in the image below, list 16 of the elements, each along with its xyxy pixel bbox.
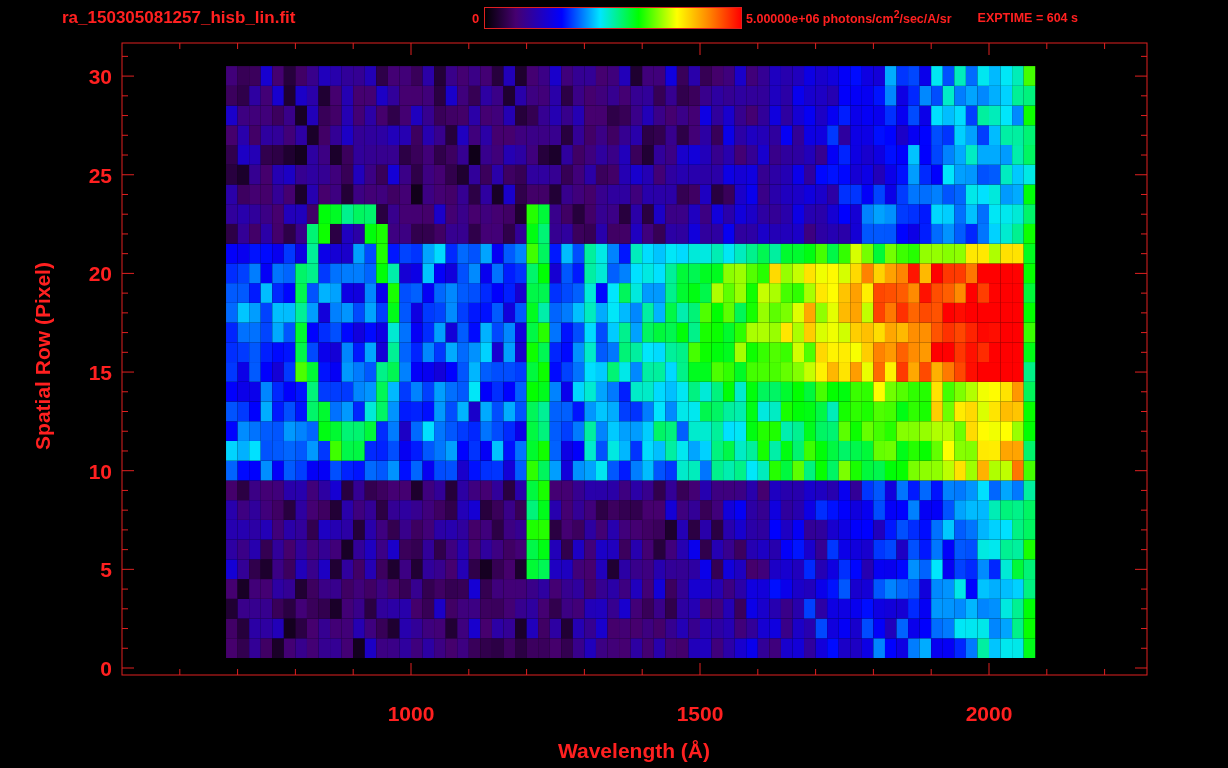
exposure-time: EXPTIME = 604 s bbox=[977, 11, 1078, 25]
y-tick-label: 0 bbox=[100, 657, 112, 680]
x-axis-label: Wavelength (Å) bbox=[557, 739, 711, 762]
x-tick-label: 1500 bbox=[676, 702, 724, 725]
colorbar-min-label: 0 bbox=[472, 10, 481, 26]
y-tick-label: 15 bbox=[88, 361, 112, 385]
y-tick-label: 25 bbox=[88, 163, 112, 187]
y-tick-label: 10 bbox=[88, 459, 112, 483]
y-tick-label: 30 bbox=[88, 65, 112, 89]
x-tick-label: 1000 bbox=[387, 702, 435, 725]
y-tick-label: 5 bbox=[100, 558, 112, 582]
colorbar-max-label: 5.00000e+06 photons/cm$^{2}$/sec/A/sr bbox=[746, 9, 952, 27]
x-tick-label: 2000 bbox=[965, 702, 1013, 725]
y-axis-label: Spatial Row (Pixel) bbox=[31, 262, 54, 450]
file-name: ra_150305081257_hisb_lin.fit bbox=[62, 8, 297, 28]
y-tick-label: 20 bbox=[88, 262, 112, 286]
